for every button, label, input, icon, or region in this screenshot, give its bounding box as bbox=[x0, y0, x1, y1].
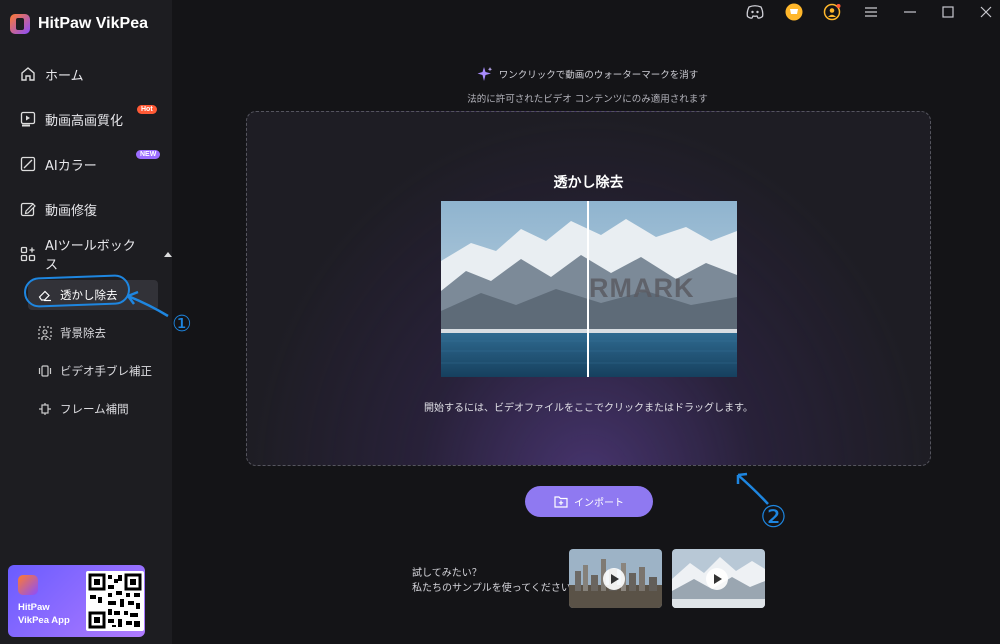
sidebar-subitem-frame-interpolation[interactable]: フレーム補間 bbox=[28, 394, 158, 424]
annotation-marker-2: ② bbox=[760, 500, 787, 535]
promo-text: HitPaw VikPea App bbox=[18, 601, 82, 627]
before-after-preview: RMARK bbox=[441, 201, 737, 377]
dropzone-title: 透かし除去 bbox=[553, 175, 624, 191]
play-icon bbox=[706, 568, 728, 590]
annotation-marker-1: ① bbox=[172, 312, 192, 337]
app-promo-card[interactable]: HitPaw VikPea App bbox=[8, 565, 145, 637]
sparkle-icon bbox=[477, 67, 492, 81]
sidebar-subitem-label: 背景除去 bbox=[60, 326, 106, 340]
sidebar-item-video-repair[interactable]: 動画修復 bbox=[0, 191, 172, 227]
folder-add-icon bbox=[554, 496, 568, 508]
sidebar-item-ai-toolbox[interactable]: AIツールボックス bbox=[0, 236, 172, 273]
headline-subtext: 法的に許可されたビデオ コンテンツにのみ適用されます bbox=[467, 94, 708, 105]
headline-text: ワンクリックで動画のウォーターマークを消す bbox=[498, 70, 699, 81]
close-icon[interactable] bbox=[976, 3, 996, 21]
sidebar-item-label: 動画修復 bbox=[45, 203, 98, 219]
sidebar-subitem-stabilization[interactable]: ビデオ手ブレ補正 bbox=[28, 356, 158, 386]
headline-row: ワンクリックで動画のウォーターマークを消す bbox=[477, 66, 699, 82]
sample-prompt-line1: 試してみたい？ bbox=[412, 568, 482, 579]
import-button[interactable]: インポート bbox=[525, 486, 653, 517]
qr-code-icon bbox=[86, 571, 144, 631]
sidebar-item-label: 動画高画質化 bbox=[45, 113, 124, 129]
app-name: HitPaw VikPea bbox=[38, 15, 148, 32]
hot-badge: Hot bbox=[137, 105, 157, 114]
title-bar bbox=[172, 0, 1000, 26]
play-icon bbox=[603, 568, 625, 590]
promo-line2: VikPea App bbox=[18, 615, 70, 626]
sample-video-mountain[interactable] bbox=[672, 549, 765, 608]
video-uhd-icon bbox=[20, 111, 36, 127]
headline: ワンクリックで動画のウォーターマークを消す 法的に許可されたビデオ コンテンツに… bbox=[0, 66, 1000, 105]
toolbox-icon bbox=[20, 246, 36, 262]
chevron-up-icon bbox=[164, 251, 172, 257]
sidebar-subitem-label: フレーム補間 bbox=[60, 402, 129, 416]
video-drop-zone[interactable]: 透かし除去 RMARK 開始するには、ビデオファイルをここでクリックまたはドラッ… bbox=[246, 111, 931, 466]
maximize-icon[interactable] bbox=[938, 3, 958, 21]
bg-remove-icon bbox=[38, 326, 52, 340]
frame-interp-icon bbox=[38, 402, 52, 416]
discord-icon[interactable] bbox=[745, 3, 765, 21]
sidebar-subitem-bg-removal[interactable]: 背景除去 bbox=[28, 318, 158, 348]
new-badge: NEW bbox=[136, 150, 161, 159]
brand: HitPaw VikPea bbox=[10, 14, 148, 34]
sample-video-city[interactable] bbox=[569, 549, 662, 608]
account-icon[interactable] bbox=[822, 3, 842, 21]
sample-prompt: 試してみたい？ 私たちのサンプルを使ってください bbox=[412, 566, 571, 596]
repair-icon bbox=[20, 201, 36, 217]
sample-prompt-line2: 私たちのサンプルを使ってください bbox=[412, 583, 571, 594]
app-logo-icon bbox=[10, 14, 30, 34]
sidebar-item-video-enhance[interactable]: 動画高画質化 Hot bbox=[0, 101, 172, 137]
minimize-icon[interactable] bbox=[900, 3, 920, 21]
dropzone-hint: 開始するには、ビデオファイルをここでクリックまたはドラッグします。 bbox=[424, 403, 753, 414]
sidebar-subitem-label: ビデオ手ブレ補正 bbox=[60, 364, 152, 378]
promo-app-logo-icon bbox=[18, 575, 38, 595]
cart-icon[interactable] bbox=[784, 3, 804, 21]
sidebar-item-label: AIツールボックス bbox=[45, 239, 136, 273]
colorize-icon bbox=[20, 156, 36, 172]
import-button-label: インポート bbox=[574, 498, 624, 509]
sidebar-item-label: AIカラー bbox=[45, 158, 97, 174]
watermark-text: RMARK bbox=[589, 273, 695, 303]
promo-line1: HitPaw bbox=[18, 602, 50, 613]
menu-icon[interactable] bbox=[861, 3, 881, 21]
stabilize-icon bbox=[38, 364, 52, 378]
annotation-circle bbox=[23, 274, 131, 308]
sidebar-item-ai-color[interactable]: AIカラー NEW bbox=[0, 146, 172, 182]
